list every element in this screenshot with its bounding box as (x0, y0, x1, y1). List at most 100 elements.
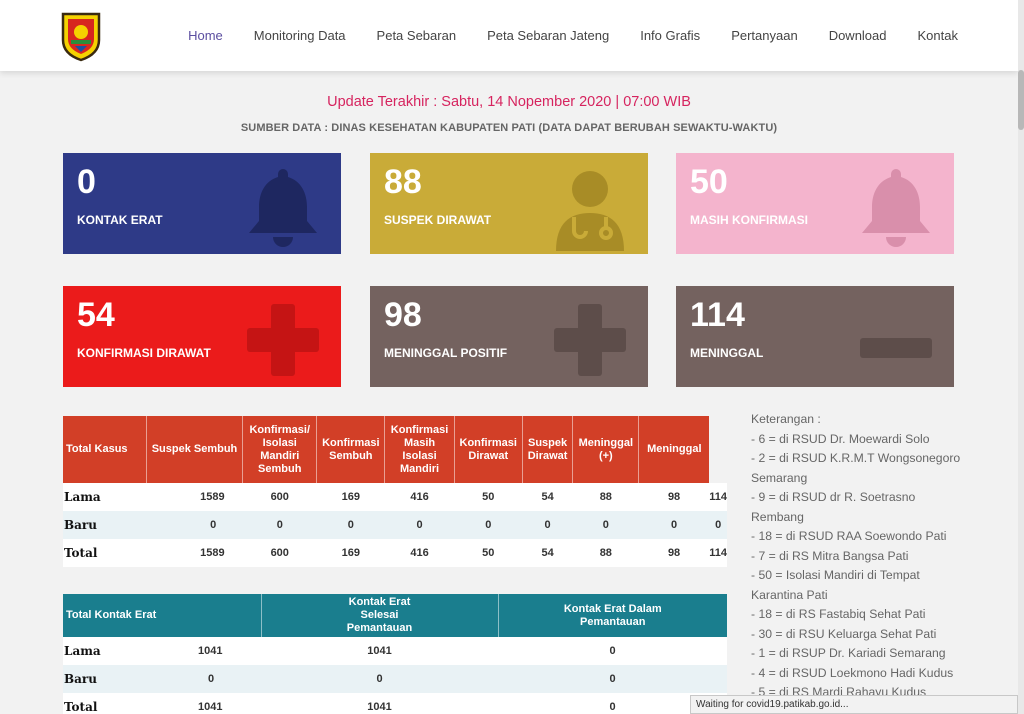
bell-icon (249, 169, 317, 247)
cell: 50 (454, 539, 523, 567)
cell: 50 (454, 483, 523, 511)
nav-info-grafis[interactable]: Info Grafis (640, 28, 700, 43)
col-suspek-dirawat: Suspek Dirawat (522, 416, 574, 483)
cell: 114 (709, 483, 727, 511)
col-konfirmasi-sembuh: Konfirmasi Sembuh (316, 416, 386, 483)
card-label: MENINGGAL (690, 346, 764, 360)
cell: 0 (638, 511, 710, 539)
cell: 416 (384, 539, 455, 567)
keterangan-item: - 30 = di RSU Keluarga Sehat Pati (751, 626, 937, 641)
kontak-erat-table: Total Kontak Erat Kontak Erat Selesai Pe… (63, 594, 727, 714)
card-label: KONTAK ERAT (77, 213, 163, 227)
row-label-cell: Baru 0 (63, 665, 261, 693)
card-masih-konfirmasi: 50 MASIH KONFIRMASI (676, 153, 954, 254)
cell: 0 (498, 665, 727, 693)
table-row: Total 1589 600 169 416 50 54 88 98 114 (63, 539, 727, 567)
keterangan-item: - 7 = di RS Mitra Bangsa Pati (751, 548, 909, 563)
cell: 0 (498, 637, 727, 665)
card-value: 50 (690, 163, 728, 201)
keterangan-item: - 2 = di RSUD K.R.M.T Wongsonegoro Semar… (751, 451, 961, 485)
nav-download[interactable]: Download (829, 28, 887, 43)
cell: 1041 (198, 701, 223, 713)
user-md-icon (556, 171, 624, 251)
cell: 416 (384, 483, 455, 511)
col-suspek-sembuh: Suspek Sembuh (146, 416, 244, 483)
col-isolasi-mandiri-sembuh: Konfirmasi/ Isolasi Mandiri Sembuh (242, 416, 318, 483)
cell: 0 (146, 511, 243, 539)
card-label: SUSPEK DIRAWAT (384, 213, 492, 227)
card-value: 88 (384, 163, 422, 201)
plus-icon (554, 304, 626, 376)
header-text: Kontak Erat Dalam Pemantauan (563, 602, 662, 628)
row-label: Baru (63, 511, 147, 539)
row-label: Lama (63, 483, 147, 511)
nav-home[interactable]: Home (188, 28, 223, 43)
nav-kontak[interactable]: Kontak (918, 28, 958, 43)
row-label: Total (63, 539, 147, 567)
update-timestamp: Update Terakhir : Sabtu, 14 Nopember 202… (327, 94, 691, 110)
cell: 54 (522, 483, 573, 511)
card-value: 54 (77, 296, 115, 334)
card-meninggal: 114 MENINGGAL (676, 286, 954, 387)
keterangan-item: - 9 = di RSUD dr R. Soetrasno Rembang (751, 490, 916, 524)
table-header-row: Total Kasus Suspek Sembuh Konfirmasi/ Is… (63, 416, 727, 483)
nav-peta-sebaran[interactable]: Peta Sebaran (377, 28, 457, 43)
col-meninggal-positif: Meninggal (+) (572, 416, 640, 483)
nav-peta-sebaran-jateng[interactable]: Peta Sebaran Jateng (487, 28, 609, 43)
col-dalam-pemantauan: Kontak Erat Dalam Pemantauan (498, 594, 727, 637)
cell: 98 (638, 483, 710, 511)
card-label: KONFIRMASI DIRAWAT (77, 346, 211, 360)
cell: 0 (709, 511, 727, 539)
cell: 1041 (261, 693, 498, 714)
col-total-kontak-erat: Total Kontak Erat (63, 594, 262, 637)
bell-icon (862, 169, 930, 247)
cell: 0 (522, 511, 573, 539)
table-row: Lama 1041 1041 0 (63, 637, 727, 665)
keterangan-item: - 18 = di RS Fastabiq Sehat Pati (751, 607, 926, 621)
col-total-kasus: Total Kasus (63, 416, 147, 483)
keterangan-panel: Keterangan : - 6 = di RSUD Dr. Moewardi … (751, 410, 961, 703)
card-suspek-dirawat: 88 SUSPEK DIRAWAT (370, 153, 648, 254)
cell: 1589 (146, 483, 243, 511)
browser-status-bar: Waiting for covid19.patikab.go.id... (690, 695, 1018, 714)
card-kontak-erat: 0 KONTAK ERAT (63, 153, 341, 254)
cell: 114 (709, 539, 727, 567)
cell: 0 (208, 673, 215, 685)
keterangan-item: - 1 = di RSUP Dr. Kariadi Semarang (751, 646, 946, 660)
page-scrollbar[interactable] (1018, 0, 1024, 714)
cell: 1041 (261, 637, 498, 665)
nav-monitoring-data[interactable]: Monitoring Data (254, 28, 346, 43)
nav-pertanyaan[interactable]: Pertanyaan (731, 28, 798, 43)
nav-menu: Home Monitoring Data Peta Sebaran Peta S… (157, 0, 958, 71)
col-meninggal: Meninggal (647, 443, 702, 455)
cell: 1589 (146, 539, 243, 567)
keterangan-item: - 18 = di RSUD RAA Soewondo Pati (751, 529, 947, 543)
keterangan-item: - 50 = Isolasi Mandiri di Tempat Karanti… (751, 568, 920, 602)
row-label: Lama (64, 644, 101, 658)
navbar: Home Monitoring Data Peta Sebaran Peta S… (0, 0, 1018, 71)
cell: 169 (316, 539, 385, 567)
card-value: 114 (690, 296, 745, 334)
cell: 0 (572, 511, 639, 539)
cell: 1041 (198, 645, 223, 657)
cell: 0 (242, 511, 317, 539)
keterangan-item: - 4 = di RSUD Loekmono Hadi Kudus (751, 665, 954, 680)
card-konfirmasi-dirawat: 54 KONFIRMASI DIRAWAT (63, 286, 341, 387)
data-source: SUMBER DATA : DINAS KESEHATAN KABUPATEN … (240, 122, 778, 134)
cell: 600 (242, 539, 317, 567)
cell: 88 (572, 483, 639, 511)
cell: 0 (316, 511, 385, 539)
table-row: Total 1041 1041 0 (63, 693, 727, 714)
table-row: Lama 1589 600 169 416 50 54 88 98 114 (63, 483, 727, 511)
row-label: Baru (64, 672, 97, 686)
keterangan-title: Keterangan : (751, 412, 821, 426)
col-konfirmasi-dirawat: Konfirmasi Dirawat (454, 416, 523, 483)
col-selesai-pemantauan: Kontak Erat Selesai Pemantauan (261, 594, 499, 637)
cell: 0 (454, 511, 523, 539)
card-label: MASIH KONFIRMASI (690, 213, 808, 227)
kabupaten-pati-logo[interactable] (60, 10, 102, 62)
cell: 0 (261, 665, 498, 693)
minus-icon (860, 338, 932, 358)
scrollbar-thumb[interactable] (1018, 70, 1024, 130)
cell: 54 (522, 539, 573, 567)
